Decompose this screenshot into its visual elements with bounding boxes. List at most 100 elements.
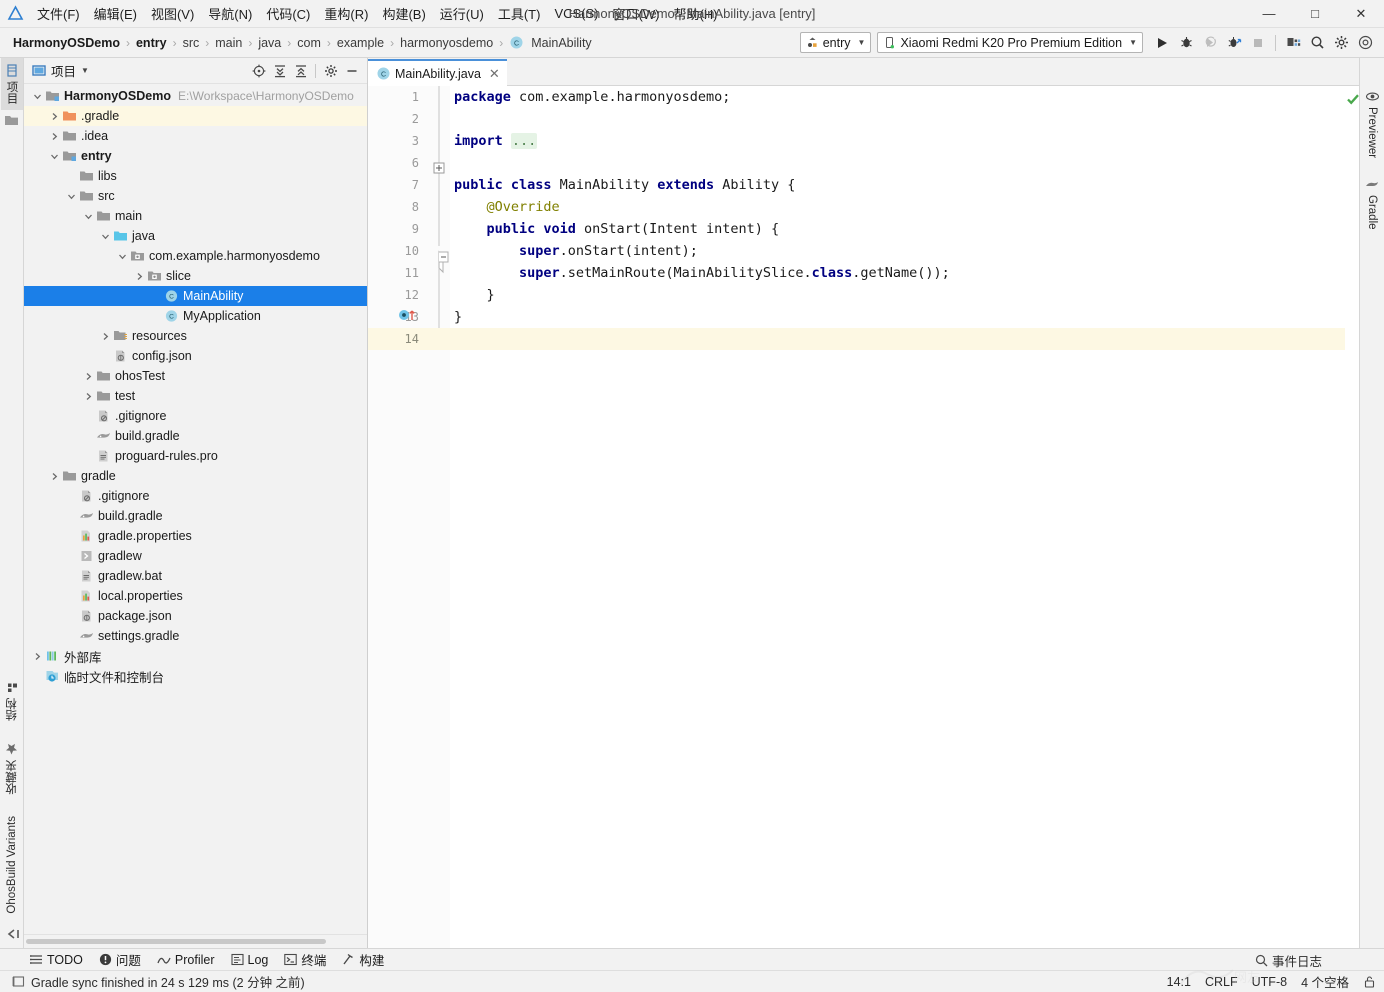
read-write-icon[interactable] <box>1363 975 1376 988</box>
search-everywhere-button[interactable] <box>1306 32 1328 54</box>
code-editor[interactable]: 1 2 3 6 7 8 9 10 11 12 13 14 package com.examp <box>368 86 1359 948</box>
tool-window-build[interactable]: 构建 <box>342 950 384 969</box>
gutter-override-marker[interactable] <box>398 308 418 322</box>
chevron-right-icon[interactable] <box>98 332 112 341</box>
device-manager-button[interactable] <box>1282 32 1304 54</box>
tree-node-build.gradle[interactable]: build.gradle <box>24 506 367 526</box>
tree-node-entry[interactable]: entry <box>24 146 367 166</box>
tree-node-resources[interactable]: resources <box>24 326 367 346</box>
menu-tools[interactable]: 工具(T) <box>491 0 548 27</box>
collapse-all-icon[interactable] <box>291 61 310 80</box>
code-line[interactable]: } <box>454 284 1345 306</box>
profile-button[interactable] <box>1223 32 1245 54</box>
chevron-down-icon[interactable] <box>47 152 61 161</box>
tree-node-gradlew[interactable]: gradlew <box>24 546 367 566</box>
tree-node-slice[interactable]: slice <box>24 266 367 286</box>
file-encoding[interactable]: UTF-8 <box>1252 975 1287 989</box>
editor-gutter[interactable]: 1 2 3 6 7 8 9 10 11 12 13 14 <box>368 86 426 948</box>
tree-node-gradle[interactable]: gradle <box>24 466 367 486</box>
hide-icon[interactable] <box>342 61 361 80</box>
tree-node-.gitignore[interactable]: .gitignore <box>24 486 367 506</box>
breadcrumb-item-src[interactable]: src <box>180 35 203 51</box>
tree-node-myapplication[interactable]: C MyApplication <box>24 306 367 326</box>
tool-window-log[interactable]: Log <box>230 953 268 967</box>
tree-node-ohostest[interactable]: ohosTest <box>24 366 367 386</box>
close-icon[interactable]: ✕ <box>489 66 500 82</box>
collapse-strip-icon[interactable] <box>5 928 19 940</box>
settings-icon[interactable] <box>321 61 340 80</box>
device-selector[interactable]: Xiaomi Redmi K20 Pro Premium Edition ▼ <box>877 32 1143 53</box>
tool-tab-gradle[interactable]: Gradle <box>1362 172 1382 236</box>
menu-view[interactable]: 视图(V) <box>144 0 201 27</box>
tool-tab-project[interactable]: 项目 <box>0 58 23 110</box>
tree-node-local.properties[interactable]: local.properties <box>24 586 367 606</box>
attach-debugger-button[interactable] <box>1199 32 1221 54</box>
code-content[interactable]: package com.example.harmonyosdemo; impor… <box>426 86 1345 948</box>
tree-node-mainability[interactable]: C MainAbility <box>24 286 367 306</box>
code-line[interactable]: public void onStart(Intent intent) { <box>454 218 1345 240</box>
chevron-right-icon[interactable] <box>30 652 44 661</box>
code-line[interactable]: public class MainAbility extends Ability… <box>454 174 1345 196</box>
tree-node-test[interactable]: test <box>24 386 367 406</box>
run-configuration-selector[interactable]: entry ▼ <box>799 32 872 53</box>
code-line[interactable]: @Override <box>454 196 1345 218</box>
code-line[interactable]: super.onStart(intent); <box>454 240 1345 262</box>
expand-all-icon[interactable] <box>270 61 289 80</box>
chevron-right-icon[interactable] <box>47 112 61 121</box>
tree-node-proguard-rules.pro[interactable]: proguard-rules.pro <box>24 446 367 466</box>
debug-button[interactable] <box>1175 32 1197 54</box>
tree-node-main[interactable]: main <box>24 206 367 226</box>
menu-run[interactable]: 运行(U) <box>433 0 491 27</box>
tool-window-profiler[interactable]: Profiler <box>157 953 215 967</box>
tree-node-.idea[interactable]: .idea <box>24 126 367 146</box>
tool-tab-favorites[interactable]: 收藏夹 <box>1 737 23 801</box>
code-line[interactable]: package com.example.harmonyosdemo; <box>454 86 1345 108</box>
account-button[interactable] <box>1354 32 1376 54</box>
breadcrumb-item-example[interactable]: example <box>334 35 387 51</box>
code-line[interactable]: import ... <box>454 130 1345 152</box>
breadcrumb-item-project[interactable]: HarmonyOSDemo <box>10 35 123 51</box>
tree-node-settings.gradle[interactable]: settings.gradle <box>24 626 367 646</box>
menu-file[interactable]: 文件(F) <box>30 0 87 27</box>
editor-scrollbar[interactable] <box>1345 86 1359 948</box>
menu-vcs[interactable]: VCS(S) <box>547 2 605 25</box>
breadcrumb-item-com[interactable]: com <box>294 35 324 51</box>
menu-help[interactable]: 帮助(H) <box>666 0 724 27</box>
tool-tab-structure[interactable]: 结构 <box>1 676 23 727</box>
chevron-down-icon[interactable] <box>30 92 44 101</box>
line-separator[interactable]: CRLF <box>1205 975 1238 989</box>
tool-window-todo[interactable]: TODO <box>30 953 83 967</box>
menu-window[interactable]: 窗口(W) <box>606 0 667 27</box>
project-horizontal-scrollbar[interactable] <box>24 934 367 948</box>
minimize-button[interactable]: — <box>1246 0 1292 28</box>
maximize-button[interactable]: □ <box>1292 0 1338 28</box>
editor-tab-mainability[interactable]: C MainAbility.java ✕ <box>368 59 507 86</box>
tree-node-config.json[interactable]: config.json <box>24 346 367 366</box>
chevron-down-icon[interactable]: ▼ <box>81 66 89 75</box>
chevron-right-icon[interactable] <box>47 472 61 481</box>
tree-node-com.example.harmonyosdemo[interactable]: com.example.harmonyosdemo <box>24 246 367 266</box>
chevron-down-icon[interactable] <box>64 192 78 201</box>
tree-node-libs[interactable]: libs <box>24 166 367 186</box>
tool-window-problems[interactable]: 问题 <box>99 950 141 969</box>
chevron-right-icon[interactable] <box>81 372 95 381</box>
tree-node-build.gradle[interactable]: build.gradle <box>24 426 367 446</box>
breadcrumb-item-main[interactable]: main <box>212 35 245 51</box>
tool-window-terminal[interactable]: 终端 <box>284 950 326 969</box>
code-line[interactable] <box>454 152 1345 174</box>
tree-node-java[interactable]: java <box>24 226 367 246</box>
tree-node-gradlew.bat[interactable]: gradlew.bat <box>24 566 367 586</box>
menu-edit[interactable]: 编辑(E) <box>87 0 144 27</box>
menu-navigate[interactable]: 导航(N) <box>201 0 259 27</box>
breadcrumb-item-harmonyosdemo[interactable]: harmonyosdemo <box>397 35 496 51</box>
tree-node-.gitignore[interactable]: .gitignore <box>24 406 367 426</box>
chevron-right-icon[interactable] <box>47 132 61 141</box>
breadcrumb-item-entry[interactable]: entry <box>133 35 170 51</box>
menu-build[interactable]: 构建(B) <box>375 0 432 27</box>
tree-node-src[interactable]: src <box>24 186 367 206</box>
breadcrumb-item-java[interactable]: java <box>255 35 284 51</box>
tree-node-package.json[interactable]: package.json <box>24 606 367 626</box>
tool-tab-previewer[interactable]: Previewer <box>1363 84 1382 164</box>
chevron-down-icon[interactable] <box>98 232 112 241</box>
code-line[interactable]: super.setMainRoute(MainAbilitySlice.clas… <box>454 262 1345 284</box>
